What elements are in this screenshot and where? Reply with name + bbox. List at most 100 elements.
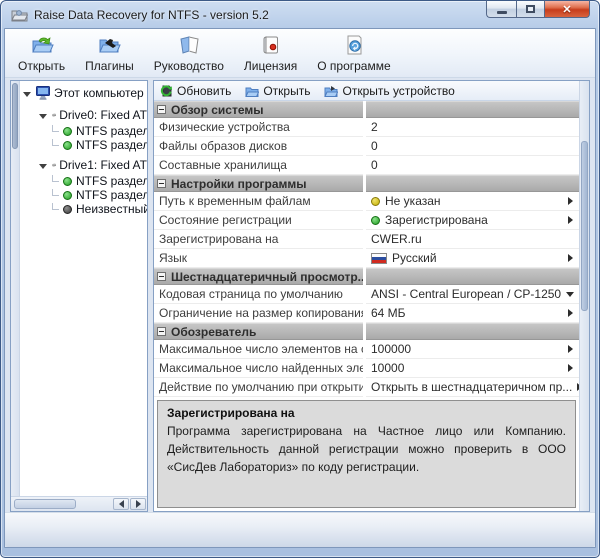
property-label: Составные хранилища [154,156,363,175]
app-icon [11,7,28,22]
property-row[interactable]: Составные хранилища 0 [154,156,579,175]
close-button[interactable]: ✕ [544,0,590,18]
refresh-button[interactable]: Обновить [159,84,231,98]
license-button-label: Лицензия [244,59,297,73]
property-value: Русский [392,251,437,265]
row-expand-arrow-icon[interactable] [568,197,573,205]
grid-vertical-scrollbar[interactable] [579,81,589,511]
collapse-icon[interactable] [157,272,166,281]
property-grid: Обзор системы Физические устройства 2 Фа… [154,101,579,397]
tree-item-drive1[interactable]: Drive1: Fixed AT [20,156,147,174]
tree-vscroll-thumb[interactable] [12,83,18,149]
row-expand-arrow-icon[interactable] [568,364,573,372]
device-tree: Этот компьютер Drive0: [20,81,147,496]
window-title: Raise Data Recovery for NTFS - version 5… [34,8,269,22]
property-row[interactable]: Зарегистрирована на CWER.ru [154,230,579,249]
dropdown-arrow-icon[interactable] [566,292,574,297]
property-row[interactable]: Действие по умолчанию при открытии... От… [154,378,579,397]
about-button[interactable]: О программе [308,29,399,77]
tree-item-label: NTFS раздел [76,124,147,138]
refresh-button-label: Обновить [177,84,231,98]
arrow-right-icon [136,500,141,508]
titlebar[interactable]: Raise Data Recovery for NTFS - version 5… [4,1,596,28]
collapse-icon[interactable] [157,327,166,336]
tree-item-computer[interactable]: Этот компьютер [20,84,147,102]
collapse-icon[interactable] [157,105,166,114]
tree-item-partition[interactable]: NTFS раздел [20,124,147,138]
property-label: Действие по умолчанию при открытии... [154,378,363,397]
tree-item-partition[interactable]: NTFS раздел [20,188,147,202]
property-label: Зарегистрирована на [154,230,363,249]
minimize-button[interactable] [486,0,516,18]
manual-button[interactable]: Руководство [145,29,233,77]
property-row[interactable]: Ограничение на размер копирования 64 МБ [154,304,579,323]
open-device-button-label: Открыть устройство [342,84,454,98]
open-folder-icon [245,84,259,98]
property-row[interactable]: Кодовая страница по умолчанию ANSI - Cen… [154,285,579,304]
row-expand-arrow-icon[interactable] [568,345,573,353]
open-device-folder-icon [324,84,338,98]
property-value: Открыть в шестнадцатеричном пр... [371,380,572,394]
tree-vertical-scrollbar[interactable] [11,81,20,496]
device-tree-panel: Этот компьютер Drive0: [10,80,148,512]
tree-item-partition[interactable]: NTFS раздел [20,174,147,188]
computer-icon [36,86,51,100]
tree-branch-tick [52,139,59,146]
expand-arrow-icon[interactable] [39,164,47,169]
row-expand-arrow-icon[interactable] [568,216,573,224]
section-header-explorer[interactable]: Обозреватель [154,323,579,340]
green-status-dot [63,141,72,150]
panel-toolbar: Обновить Открыть [154,81,579,101]
open-device-button[interactable]: Открыть устройство [324,84,454,98]
tree-item-label: Drive1: Fixed AT [59,158,147,172]
property-value: 2 [371,120,378,134]
property-value: CWER.ru [371,232,422,246]
tree-branch-tick [52,125,59,132]
property-label: Язык [154,249,363,268]
property-row[interactable]: Состояние регистрации Зарегистрирована [154,211,579,230]
plugins-folder-icon [97,33,121,57]
tree-branch-tick [52,189,59,196]
property-label: Путь к временным файлам [154,192,363,211]
tree-item-unknown[interactable]: Неизвестный [20,202,147,216]
about-button-label: О программе [317,59,390,73]
row-expand-arrow-icon[interactable] [568,309,573,317]
collapse-icon[interactable] [157,179,166,188]
plugins-button[interactable]: Плагины [76,29,143,77]
tree-horizontal-scrollbar[interactable] [11,496,147,511]
tree-item-label: NTFS раздел [76,138,147,152]
property-label: Файлы образов дисков [154,137,363,156]
section-header-hex-viewer[interactable]: Шестнадцатеричный просмотр... [154,268,579,285]
scroll-right-button[interactable] [130,498,146,510]
section-header-system-overview[interactable]: Обзор системы [154,101,579,118]
property-row[interactable]: Путь к временным файлам Не указан [154,192,579,211]
open-button[interactable]: Открыть [9,29,74,77]
tree-item-partition[interactable]: NTFS раздел [20,138,147,152]
expand-arrow-icon[interactable] [23,92,31,97]
section-title: Настройки программы [171,177,307,191]
property-row[interactable]: Язык Русский [154,249,579,268]
manual-button-label: Руководство [154,59,224,73]
section-header-program-settings[interactable]: Настройки программы [154,175,579,192]
maximize-button[interactable] [516,0,544,18]
main-toolbar: Открыть Плагины Руководство [5,29,595,78]
tree-item-label: Этот компьютер [54,86,144,100]
property-row[interactable]: Максимальное число элементов на стр... 1… [154,340,579,359]
property-label: Состояние регистрации [154,211,363,230]
grid-vscroll-thumb[interactable] [581,141,588,311]
green-status-dot [371,216,380,225]
tree-hscroll-thumb[interactable] [14,499,76,509]
property-row[interactable]: Физические устройства 2 [154,118,579,137]
property-row[interactable]: Файлы образов дисков 0 [154,137,579,156]
panel-open-button[interactable]: Открыть [245,84,310,98]
license-button[interactable]: Лицензия [235,29,306,77]
property-row[interactable]: Максимальное число найденных элеме... 10… [154,359,579,378]
tree-item-drive0[interactable]: Drive0: Fixed AT [20,106,147,124]
expand-arrow-icon[interactable] [39,114,47,119]
scroll-left-button[interactable] [113,498,129,510]
hdd-icon [52,159,56,171]
green-status-dot [63,177,72,186]
tree-item-label: NTFS раздел [76,188,147,202]
property-value: ANSI - Central European / CP-1250 [371,287,561,301]
row-expand-arrow-icon[interactable] [568,254,573,262]
